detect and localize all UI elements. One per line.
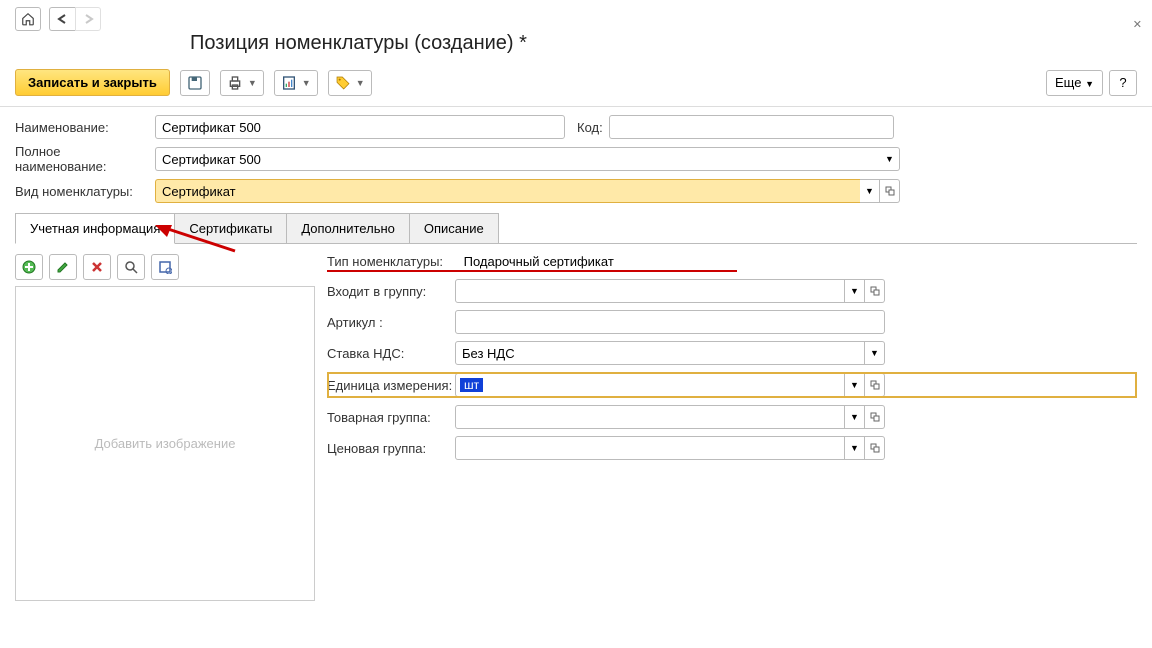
home-button[interactable]: [15, 7, 41, 31]
article-label: Артикул :: [327, 315, 455, 330]
prodgroup-input[interactable]: [455, 405, 845, 429]
fullname-label: Полное наименование:: [15, 144, 155, 174]
unit-open-button[interactable]: [865, 373, 885, 397]
group-dropdown-button[interactable]: ▼: [845, 279, 865, 303]
code-label: Код:: [577, 120, 603, 135]
save-close-button[interactable]: Записать и закрыть: [15, 69, 170, 96]
forward-button[interactable]: [75, 7, 101, 31]
fullname-input[interactable]: [155, 147, 880, 171]
save-button[interactable]: [180, 70, 210, 96]
unit-label: Единица измерения:: [327, 378, 455, 393]
pricegroup-dropdown-button[interactable]: ▼: [845, 436, 865, 460]
pricegroup-open-button[interactable]: [865, 436, 885, 460]
group-label: Входит в группу:: [327, 284, 455, 299]
prodgroup-open-button[interactable]: [865, 405, 885, 429]
edit-image-button[interactable]: [49, 254, 77, 280]
image-placeholder: Добавить изображение: [95, 436, 236, 451]
group-open-button[interactable]: [865, 279, 885, 303]
vat-input[interactable]: [455, 341, 865, 365]
unit-dropdown-button[interactable]: ▼: [845, 373, 865, 397]
vat-label: Ставка НДС:: [327, 346, 455, 361]
delete-image-button[interactable]: [83, 254, 111, 280]
pricegroup-label: Ценовая группа:: [327, 441, 455, 456]
more-button[interactable]: Еще ▼: [1046, 70, 1103, 96]
article-input[interactable]: [455, 310, 885, 334]
print-button[interactable]: ▼: [220, 70, 264, 96]
fullname-dropdown-button[interactable]: ▼: [880, 147, 900, 171]
add-image-button[interactable]: [15, 254, 43, 280]
report-button[interactable]: ▼: [274, 70, 318, 96]
tag-button[interactable]: ▼: [328, 70, 372, 96]
code-input[interactable]: [609, 115, 894, 139]
kind-label: Вид номенклатуры:: [15, 184, 155, 199]
tab-accounting[interactable]: Учетная информация: [15, 213, 175, 244]
prodgroup-dropdown-button[interactable]: ▼: [845, 405, 865, 429]
tab-description[interactable]: Описание: [409, 213, 499, 244]
name-label: Наименование:: [15, 120, 155, 135]
tab-additional[interactable]: Дополнительно: [286, 213, 410, 244]
pricegroup-input[interactable]: [455, 436, 845, 460]
name-input[interactable]: [155, 115, 565, 139]
page-title: Позиция номенклатуры (создание) *: [0, 30, 1152, 63]
zoom-image-button[interactable]: [117, 254, 145, 280]
unit-value: шт: [460, 378, 483, 392]
image-settings-button[interactable]: [151, 254, 179, 280]
type-label: Тип номенклатуры:: [327, 254, 455, 269]
group-input[interactable]: [455, 279, 845, 303]
back-button[interactable]: [49, 7, 75, 31]
kind-dropdown-button[interactable]: ▼: [860, 179, 880, 203]
kind-input[interactable]: [155, 179, 860, 203]
prodgroup-label: Товарная группа:: [327, 410, 455, 425]
help-button[interactable]: ?: [1109, 70, 1137, 96]
tab-certificates[interactable]: Сертификаты: [174, 213, 287, 244]
type-value: Подарочный сертификат: [459, 254, 614, 269]
vat-dropdown-button[interactable]: ▼: [865, 341, 885, 365]
unit-input[interactable]: шт: [455, 373, 845, 397]
kind-open-button[interactable]: [880, 179, 900, 203]
close-icon[interactable]: ✕: [1133, 18, 1142, 31]
image-dropzone[interactable]: Добавить изображение: [15, 286, 315, 601]
